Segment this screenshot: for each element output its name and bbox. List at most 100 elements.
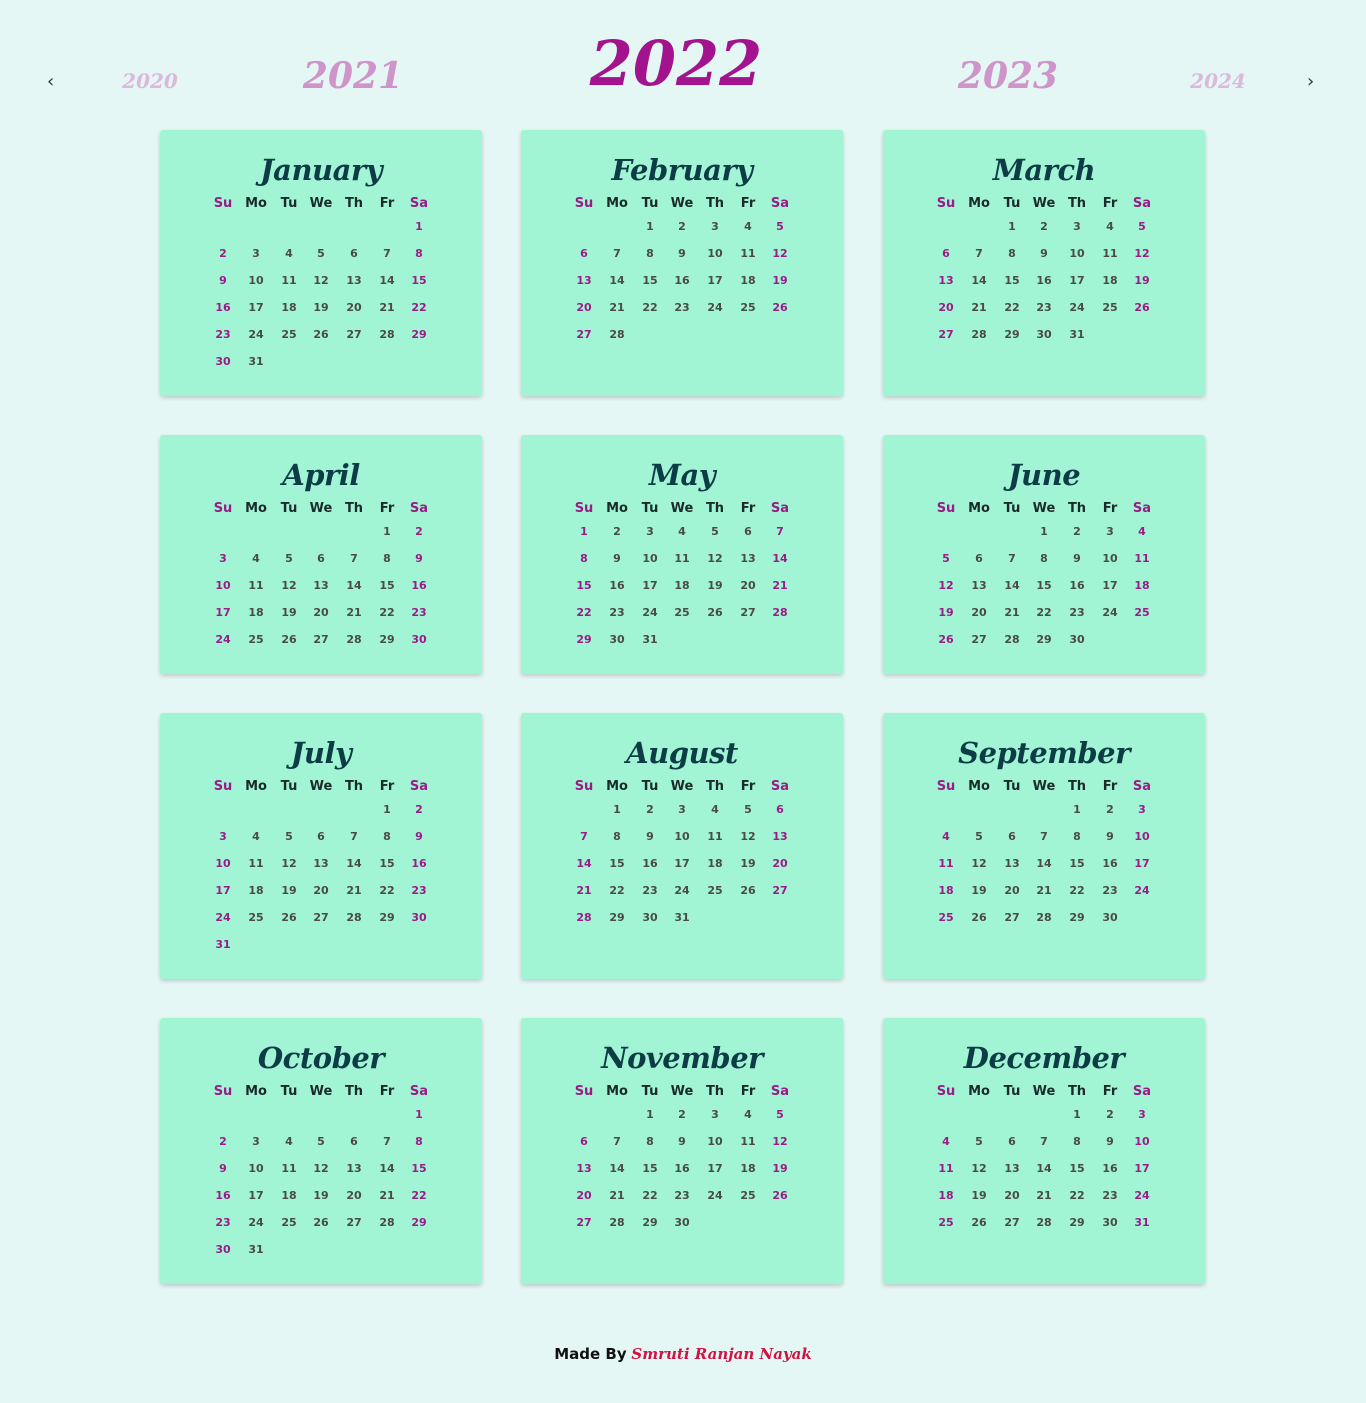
day-cell[interactable]: 29 <box>372 908 402 928</box>
day-cell[interactable]: 6 <box>964 549 994 569</box>
day-cell[interactable]: 19 <box>274 881 304 901</box>
day-cell[interactable]: 25 <box>700 881 730 901</box>
day-cell[interactable]: 31 <box>667 908 697 928</box>
day-cell[interactable]: 29 <box>404 325 434 345</box>
day-cell[interactable]: 30 <box>1029 325 1059 345</box>
day-cell[interactable]: 25 <box>1127 603 1157 623</box>
day-cell[interactable]: 31 <box>241 1240 271 1260</box>
day-cell[interactable]: 28 <box>602 325 632 345</box>
day-cell[interactable]: 19 <box>306 298 336 318</box>
day-cell[interactable]: 27 <box>997 908 1027 928</box>
day-cell[interactable]: 18 <box>667 576 697 596</box>
day-cell[interactable]: 1 <box>1062 1105 1092 1125</box>
day-cell[interactable]: 25 <box>931 1213 961 1233</box>
day-cell[interactable]: 19 <box>306 1186 336 1206</box>
day-cell[interactable]: 25 <box>733 1186 763 1206</box>
day-cell[interactable]: 17 <box>208 881 238 901</box>
day-cell[interactable]: 26 <box>306 325 336 345</box>
day-cell[interactable]: 20 <box>569 1186 599 1206</box>
day-cell[interactable]: 17 <box>1127 854 1157 874</box>
day-cell[interactable]: 20 <box>306 881 336 901</box>
day-cell[interactable]: 10 <box>1127 1132 1157 1152</box>
day-cell[interactable]: 15 <box>1062 854 1092 874</box>
day-cell[interactable]: 19 <box>733 854 763 874</box>
day-cell[interactable]: 15 <box>1029 576 1059 596</box>
day-cell[interactable]: 2 <box>404 800 434 820</box>
day-cell[interactable]: 12 <box>274 576 304 596</box>
day-cell[interactable]: 7 <box>339 827 369 847</box>
day-cell[interactable]: 5 <box>765 217 795 237</box>
day-cell[interactable]: 3 <box>1062 217 1092 237</box>
day-cell[interactable]: 21 <box>1029 881 1059 901</box>
day-cell[interactable]: 3 <box>241 244 271 264</box>
day-cell[interactable]: 22 <box>372 603 402 623</box>
day-cell[interactable]: 12 <box>931 576 961 596</box>
day-cell[interactable]: 27 <box>306 630 336 650</box>
day-cell[interactable]: 18 <box>733 1159 763 1179</box>
day-cell[interactable]: 24 <box>1127 1186 1157 1206</box>
day-cell[interactable]: 9 <box>1029 244 1059 264</box>
day-cell[interactable]: 12 <box>700 549 730 569</box>
day-cell[interactable]: 13 <box>339 1159 369 1179</box>
day-cell[interactable]: 2 <box>667 217 697 237</box>
day-cell[interactable]: 13 <box>997 1159 1027 1179</box>
day-cell[interactable]: 26 <box>700 603 730 623</box>
day-cell[interactable]: 16 <box>1062 576 1092 596</box>
day-cell[interactable]: 1 <box>635 1105 665 1125</box>
day-cell[interactable]: 26 <box>964 1213 994 1233</box>
day-cell[interactable]: 14 <box>765 549 795 569</box>
day-cell[interactable]: 29 <box>602 908 632 928</box>
day-cell[interactable]: 27 <box>931 325 961 345</box>
day-cell[interactable]: 17 <box>635 576 665 596</box>
day-cell[interactable]: 30 <box>404 630 434 650</box>
day-cell[interactable]: 11 <box>274 1159 304 1179</box>
day-cell[interactable]: 8 <box>602 827 632 847</box>
day-cell[interactable]: 26 <box>274 908 304 928</box>
day-cell[interactable]: 5 <box>306 1132 336 1152</box>
day-cell[interactable]: 29 <box>1062 1213 1092 1233</box>
day-cell[interactable]: 30 <box>602 630 632 650</box>
day-cell[interactable]: 27 <box>964 630 994 650</box>
day-cell[interactable]: 21 <box>569 881 599 901</box>
day-cell[interactable]: 14 <box>339 854 369 874</box>
day-cell[interactable]: 17 <box>241 298 271 318</box>
day-cell[interactable]: 5 <box>964 827 994 847</box>
day-cell[interactable]: 7 <box>602 1132 632 1152</box>
day-cell[interactable]: 21 <box>602 298 632 318</box>
day-cell[interactable]: 18 <box>1095 271 1125 291</box>
day-cell[interactable]: 14 <box>372 271 402 291</box>
day-cell[interactable]: 5 <box>733 800 763 820</box>
day-cell[interactable]: 12 <box>765 244 795 264</box>
day-cell[interactable]: 2 <box>602 522 632 542</box>
day-cell[interactable]: 26 <box>964 908 994 928</box>
day-cell[interactable]: 22 <box>569 603 599 623</box>
day-cell[interactable]: 16 <box>1095 1159 1125 1179</box>
day-cell[interactable]: 22 <box>404 298 434 318</box>
day-cell[interactable]: 4 <box>1127 522 1157 542</box>
day-cell[interactable]: 17 <box>208 603 238 623</box>
day-cell[interactable]: 13 <box>997 854 1027 874</box>
day-cell[interactable]: 27 <box>733 603 763 623</box>
day-cell[interactable]: 10 <box>241 271 271 291</box>
day-cell[interactable]: 24 <box>1062 298 1092 318</box>
day-cell[interactable]: 31 <box>1062 325 1092 345</box>
day-cell[interactable]: 28 <box>372 325 402 345</box>
day-cell[interactable]: 20 <box>733 576 763 596</box>
day-cell[interactable]: 13 <box>569 271 599 291</box>
day-cell[interactable]: 24 <box>700 1186 730 1206</box>
day-cell[interactable]: 24 <box>208 908 238 928</box>
day-cell[interactable]: 15 <box>635 271 665 291</box>
day-cell[interactable]: 3 <box>1095 522 1125 542</box>
day-cell[interactable]: 3 <box>241 1132 271 1152</box>
previous-year-arrow-icon[interactable]: ‹ <box>47 70 54 94</box>
day-cell[interactable]: 1 <box>1029 522 1059 542</box>
day-cell[interactable]: 27 <box>569 1213 599 1233</box>
day-cell[interactable]: 6 <box>733 522 763 542</box>
day-cell[interactable]: 27 <box>997 1213 1027 1233</box>
day-cell[interactable]: 8 <box>1062 1132 1092 1152</box>
day-cell[interactable]: 12 <box>964 1159 994 1179</box>
day-cell[interactable]: 1 <box>372 522 402 542</box>
day-cell[interactable]: 2 <box>208 1132 238 1152</box>
day-cell[interactable]: 3 <box>700 1105 730 1125</box>
day-cell[interactable]: 10 <box>241 1159 271 1179</box>
